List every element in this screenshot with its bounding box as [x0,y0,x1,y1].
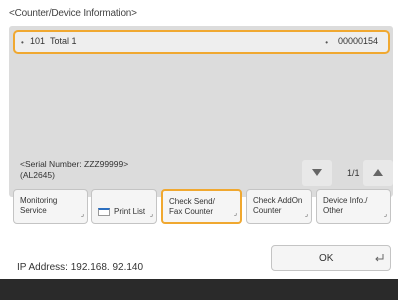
counter-list-panel: • 101 Total 1 • 00000154 <Serial Number:… [9,26,393,197]
counter-list-item[interactable]: • 101 Total 1 • 00000154 [13,30,390,54]
page-title: <Counter/Device Information> [9,8,137,19]
ok-button-label: OK [319,253,334,264]
corner-arrow-icon: ⌟ [80,211,84,218]
corner-arrow-icon: ⌟ [233,210,237,217]
button-label: Check Send/ [169,197,215,206]
corner-arrow-icon: ⌟ [383,211,387,218]
check-send-fax-counter-button[interactable]: Check Send/ Fax Counter ⌟ [161,189,242,224]
scroll-down-button[interactable] [302,160,332,186]
serial-model-line: (AL2645) [20,170,55,180]
button-label: Other [323,206,344,215]
corner-arrow-icon: ⌟ [149,211,153,218]
device-info-other-button[interactable]: Device Info./ Other ⌟ [316,189,391,224]
button-label: Print List [114,207,146,216]
check-addon-counter-button[interactable]: Check AddOn Counter ⌟ [246,189,312,224]
serial-number-line: <Serial Number: ZZZ99999> [20,159,129,169]
bullet-icon: • [325,38,328,47]
counter-item-label: 101 Total 1 [30,36,77,46]
print-list-icon [98,208,110,216]
triangle-down-icon [312,169,322,176]
triangle-up-icon [373,169,383,176]
counter-item-value: 00000154 [337,36,378,46]
button-label: Check AddOn [253,196,303,205]
ip-address: IP Address: 192.168. 92.140 [17,262,144,273]
print-list-button[interactable]: Print List ⌟ [91,189,157,224]
ok-button[interactable]: OK [271,245,391,271]
enter-arrow-icon [375,254,384,262]
page-indicator: 1/1 [347,168,360,178]
serial-number: <Serial Number: ZZZ99999> (AL2645) [20,159,128,181]
button-label: Device Info./ [323,196,368,205]
button-label: Counter [253,206,282,215]
monitoring-service-button[interactable]: Monitoring Service ⌟ [13,189,88,224]
button-label: Fax Counter [169,207,214,216]
corner-arrow-icon: ⌟ [304,211,308,218]
button-label: Service [20,206,47,215]
scroll-up-button[interactable] [363,160,393,186]
status-bar [0,279,398,300]
bullet-icon: • [21,38,24,47]
button-label: Monitoring [20,196,58,205]
